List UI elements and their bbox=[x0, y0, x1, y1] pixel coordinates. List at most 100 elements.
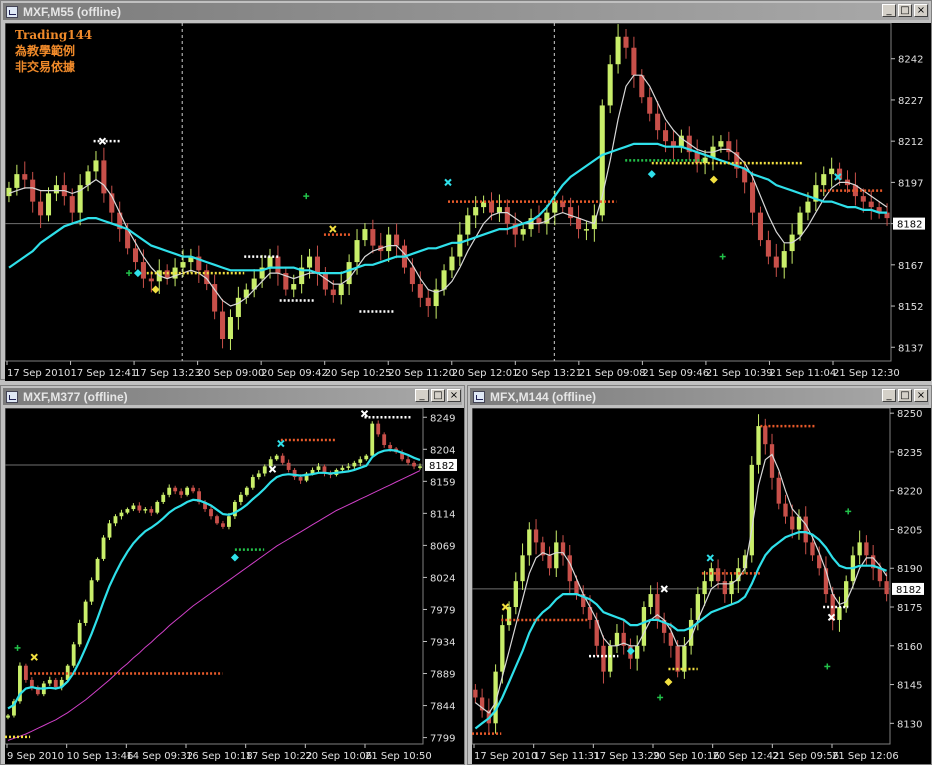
candle-body bbox=[148, 278, 154, 282]
candle-body bbox=[567, 555, 572, 582]
maximize-button[interactable]: □ bbox=[898, 4, 912, 17]
candle-body bbox=[781, 251, 787, 268]
candle-body bbox=[877, 568, 883, 582]
candle-body bbox=[868, 201, 874, 208]
close-button[interactable]: × bbox=[447, 389, 461, 402]
candle-body bbox=[533, 529, 539, 543]
candle-body bbox=[520, 555, 525, 582]
candle-body bbox=[864, 542, 869, 556]
slow-moving-average-line bbox=[7, 470, 421, 741]
chart-annotation-text: 為教學範例 bbox=[15, 43, 75, 58]
y-axis-tick-label: 8190 bbox=[897, 564, 922, 575]
candle-body bbox=[702, 581, 707, 595]
candle-body bbox=[884, 581, 889, 595]
candle-body bbox=[857, 542, 862, 556]
candle-body bbox=[221, 523, 225, 527]
x-axis-tick-label: 21 Sep 09:08 bbox=[579, 368, 646, 379]
chart-app-icon bbox=[473, 390, 485, 403]
window-titlebar[interactable]: MXF,M55 (offline) _ □ × bbox=[3, 3, 929, 20]
x-axis-tick-label: 20 Sep 09:42 bbox=[261, 368, 328, 379]
chart-app-icon bbox=[6, 390, 18, 403]
x-axis-tick-label: 21 Sep 09:46 bbox=[642, 368, 709, 379]
candle-body bbox=[280, 455, 285, 463]
candle-body bbox=[500, 625, 505, 672]
candle-body bbox=[256, 473, 261, 478]
chart-window-w2[interactable]: MXF,M377 (offline) _ □ × 8249 8204 8159 811… bbox=[0, 385, 465, 765]
candle-body bbox=[23, 665, 28, 680]
chart-window-w1[interactable]: MXF,M55 (offline) _ □ × 8242 8227 8212 8197… bbox=[0, 0, 932, 381]
y-axis-tick-label: 8204 bbox=[430, 445, 455, 456]
chart-plot-area[interactable]: 8249 8204 8159 8114 8069 8024 7979 7934 7889 7844… bbox=[5, 408, 464, 764]
candle-body bbox=[164, 270, 170, 279]
y-axis-tick-label: 8227 bbox=[898, 96, 923, 107]
chart-plot-area[interactable]: 8250 8235 8220 8205 8190 8175 8160 8145 8130 8182… bbox=[472, 408, 931, 764]
candle-body bbox=[364, 455, 369, 460]
candle-body bbox=[631, 47, 637, 76]
candle-body bbox=[83, 601, 88, 623]
candle-body bbox=[648, 594, 653, 608]
window-titlebar[interactable]: MXF,M377 (offline) _ □ × bbox=[3, 388, 462, 405]
diamond-marker-icon bbox=[664, 677, 673, 686]
candle-body bbox=[386, 234, 392, 252]
candle-body bbox=[370, 423, 375, 456]
y-axis-tick-label: 8220 bbox=[897, 487, 922, 498]
minimize-button[interactable]: _ bbox=[882, 4, 896, 17]
chart-window-w3[interactable]: MFX,M144 (offline) _ □ × 8250 8235 8220 820… bbox=[467, 385, 932, 765]
diamond-marker-icon bbox=[151, 285, 160, 294]
y-axis-tick-label: 8212 bbox=[898, 137, 923, 148]
candle-body bbox=[601, 645, 606, 672]
minimize-button[interactable]: _ bbox=[415, 389, 429, 402]
y-axis-tick-label: 8130 bbox=[897, 719, 922, 730]
y-axis-tick-label: 8242 bbox=[898, 55, 923, 66]
x-axis-tick-label: 16 Sep 10:18 bbox=[186, 751, 253, 762]
candle-body bbox=[173, 487, 178, 492]
candle-body bbox=[38, 201, 44, 216]
candle-body bbox=[409, 267, 415, 285]
cross-marker-icon bbox=[329, 225, 337, 233]
ema-line bbox=[7, 448, 421, 710]
candle-body bbox=[85, 171, 91, 186]
x-axis-tick-label: 17 Sep 2010 bbox=[7, 368, 70, 379]
x-axis-tick-label: 17 Sep 13:23 bbox=[134, 368, 201, 379]
candle-body bbox=[22, 174, 28, 180]
x-axis-tick-label: 20 Sep 12:01 bbox=[452, 368, 519, 379]
cross-marker-icon bbox=[30, 653, 38, 661]
y-axis-tick-label: 8024 bbox=[430, 573, 455, 584]
close-button[interactable]: × bbox=[914, 4, 928, 17]
candle-body bbox=[449, 256, 455, 271]
y-axis-tick-label: 8167 bbox=[898, 261, 923, 272]
candle-body bbox=[583, 229, 589, 231]
candle-body bbox=[682, 645, 687, 672]
minimize-button[interactable]: _ bbox=[882, 389, 896, 402]
candle-body bbox=[803, 516, 808, 543]
candle-body bbox=[418, 466, 422, 468]
close-button[interactable]: × bbox=[914, 389, 928, 402]
x-axis-tick-label: 21 Sep 12:06 bbox=[832, 751, 899, 762]
plus-marker-icon bbox=[14, 644, 21, 651]
candle-body bbox=[268, 459, 273, 467]
candle-body bbox=[358, 459, 363, 463]
candle-body bbox=[155, 501, 160, 513]
plus-marker-icon bbox=[824, 663, 831, 670]
chart-plot-area[interactable]: 82428227821281978182816781528137818217 S… bbox=[5, 23, 931, 381]
window-title: MFX,M144 (offline) bbox=[490, 389, 597, 404]
candle-body bbox=[137, 505, 142, 511]
candle-body bbox=[267, 256, 273, 268]
candle-body bbox=[215, 516, 219, 524]
window-titlebar[interactable]: MFX,M144 (offline) _ □ × bbox=[470, 388, 929, 405]
candle-body bbox=[607, 64, 613, 106]
candle-body bbox=[235, 297, 241, 318]
candle-body bbox=[125, 509, 130, 513]
maximize-button[interactable]: □ bbox=[898, 389, 912, 402]
candle-body bbox=[354, 240, 360, 263]
fast-moving-average-line bbox=[8, 74, 888, 307]
current-price-label: 8182 bbox=[896, 585, 921, 596]
current-price-label: 8182 bbox=[429, 461, 454, 472]
maximize-button[interactable]: □ bbox=[431, 389, 445, 402]
y-axis-tick-label: 7934 bbox=[430, 637, 455, 648]
candle-body bbox=[149, 509, 154, 513]
candle-body bbox=[425, 297, 431, 307]
price-chart: 8250 8235 8220 8205 8190 8175 8160 8145 8130 8182… bbox=[472, 408, 924, 762]
candle-body bbox=[77, 622, 82, 645]
candle-body bbox=[790, 516, 795, 530]
